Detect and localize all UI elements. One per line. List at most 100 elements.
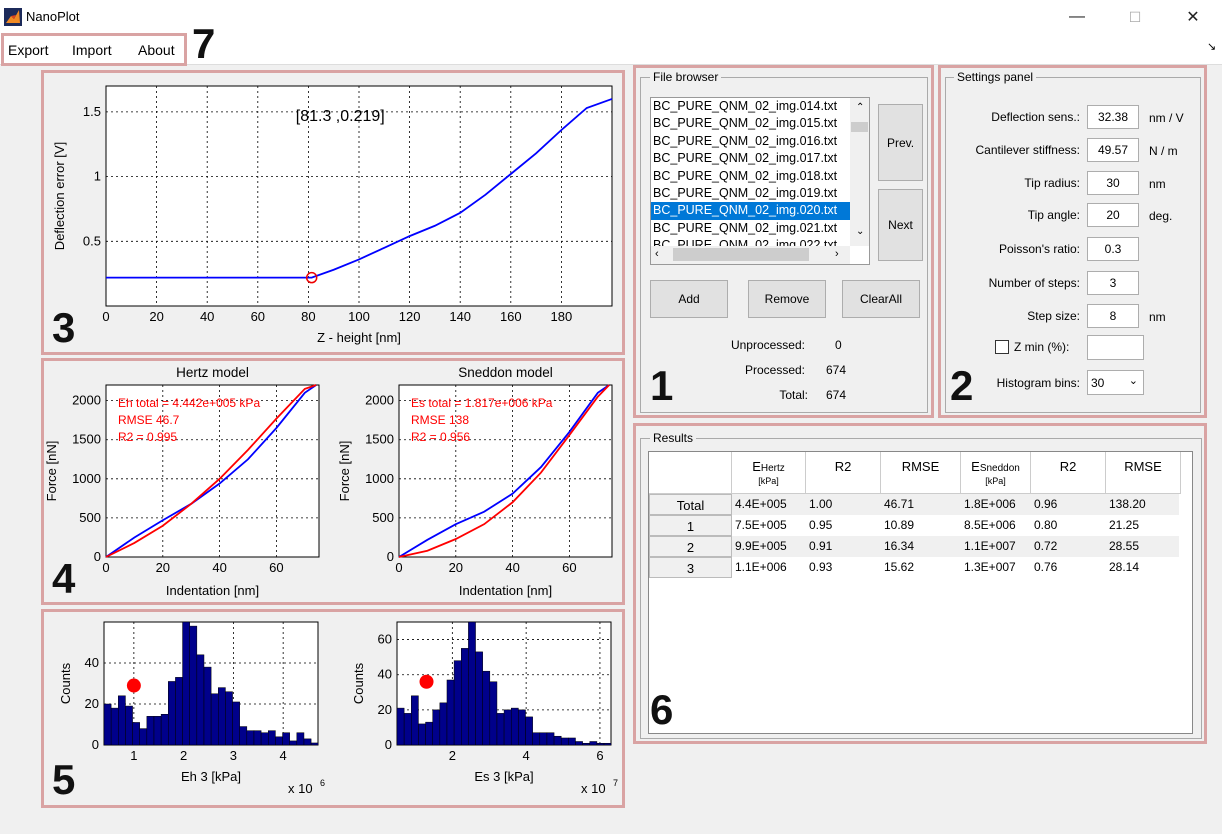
remove-button[interactable]: Remove (748, 280, 826, 318)
setting-input[interactable]: 32.38 (1087, 105, 1139, 129)
table-cell: 0.96 (1034, 497, 1058, 511)
x-tick-label: 0 (395, 560, 402, 575)
histogram-bar (282, 732, 290, 746)
total-label: Total: (779, 388, 808, 402)
x-tick-label: 20 (156, 560, 170, 575)
table-cell: 1.1E+006 (735, 560, 787, 574)
histogram-bar (403, 713, 412, 746)
clearall-button[interactable]: ClearAll (842, 280, 920, 318)
y-tick-label: 40 (378, 667, 392, 682)
setting-unit: nm (1149, 177, 1166, 191)
row-header[interactable]: 2 (649, 536, 732, 557)
setting-input[interactable]: 20 (1087, 203, 1139, 227)
row-header[interactable]: 1 (649, 515, 732, 536)
row-header[interactable]: Total (649, 494, 732, 515)
histogram-bins-label: Histogram bins: (996, 376, 1080, 390)
y-tick-label: 40 (85, 655, 99, 670)
minimize-button[interactable]: — (1048, 0, 1106, 34)
y-tick-label: 0 (385, 737, 392, 752)
zmin-checkbox[interactable] (995, 340, 1009, 354)
x-exponent-value: 7 (613, 778, 618, 788)
setting-input[interactable]: 30 (1087, 171, 1139, 195)
histogram-bar (232, 701, 240, 746)
y-tick-label: 500 (372, 510, 394, 525)
histogram-bar (446, 679, 455, 746)
file-list-item[interactable]: BC_PURE_QNM_02_img.021.txt (651, 220, 869, 237)
scroll-up-icon[interactable]: ⌃ (856, 102, 864, 113)
prev-button[interactable]: Prev. (878, 104, 923, 181)
file-list-item[interactable]: BC_PURE_QNM_02_img.018.txt (651, 168, 869, 185)
histogram-bar (268, 730, 276, 746)
histogram-bar (453, 660, 462, 746)
table-cell: 138.20 (1109, 497, 1146, 511)
file-list-item[interactable]: BC_PURE_QNM_02_img.017.txt (651, 150, 869, 167)
hscroll-thumb[interactable] (673, 248, 809, 261)
x-tick-label: 1 (130, 748, 137, 763)
table-cell: 21.25 (1109, 518, 1140, 532)
file-list-item[interactable]: BC_PURE_QNM_02_img.016.txt (651, 133, 869, 150)
x-tick-label: 160 (500, 309, 522, 324)
file-list-vscrollbar[interactable]: ⌃ ⌄ (850, 98, 869, 246)
results-table[interactable]: EHertz [kPa] R2 RMSE ESneddon [kPa] R2 RMSE Tot… (648, 451, 1193, 734)
add-button[interactable]: Add (650, 280, 728, 318)
histogram-bins-select[interactable]: 30 ⌄ (1087, 370, 1144, 395)
histogram-bar (489, 681, 498, 746)
histogram-bar (246, 730, 255, 746)
scroll-thumb[interactable] (851, 122, 868, 132)
x-tick-label: 4 (280, 748, 287, 763)
scroll-right-icon[interactable]: › (835, 248, 839, 260)
fit-annotation: RMSE 138 (411, 413, 469, 427)
file-list-item[interactable]: BC_PURE_QNM_02_img.015.txt (651, 115, 869, 132)
histogram-bar (153, 716, 162, 746)
file-list-item[interactable]: BC_PURE_QNM_02_img.019.txt (651, 185, 869, 202)
column-header: EHertz [kPa] (732, 452, 806, 494)
column-header: R2 (806, 452, 881, 494)
histogram-bar (218, 687, 226, 746)
settings-title: Settings panel (954, 70, 1037, 84)
zmin-input[interactable] (1087, 335, 1144, 360)
x-tick-label: 60 (251, 309, 265, 324)
y-tick-label: 500 (79, 510, 101, 525)
maximize-button[interactable]: ☐ (1106, 0, 1164, 34)
plot-title: Hertz model (176, 365, 249, 380)
setting-input[interactable]: 8 (1087, 304, 1139, 328)
y-axis-label: Deflection error [V] (52, 142, 67, 250)
unprocessed-value: 0 (835, 338, 842, 352)
file-list[interactable]: BC_PURE_QNM_02_img.014.txt BC_PURE_QNM_02… (650, 97, 870, 265)
histogram-bar (118, 695, 126, 746)
table-cell: 28.55 (1109, 539, 1140, 553)
histogram-bar (189, 625, 198, 746)
x-tick-label: 60 (269, 560, 283, 575)
unprocessed-label: Unprocessed: (730, 338, 805, 352)
x-tick-label: 2 (449, 748, 456, 763)
y-tick-label: 1 (94, 169, 101, 184)
setting-unit: N / m (1149, 144, 1178, 158)
file-list-hscrollbar[interactable]: ‹ › (651, 246, 850, 264)
toolbar-dock-icon[interactable]: ↘ (1207, 40, 1216, 53)
histogram-bar (525, 716, 533, 746)
setting-input[interactable]: 3 (1087, 271, 1139, 295)
setting-input[interactable]: 0.3 (1087, 237, 1139, 261)
histogram-bar (532, 732, 541, 746)
histogram-bar (296, 732, 305, 746)
fit-annotation: R2 = 0.995 (118, 430, 177, 444)
table-cell: 10.89 (884, 518, 915, 532)
setting-label: Number of steps: (988, 276, 1080, 290)
row-header[interactable]: 3 (649, 557, 732, 578)
table-cell: 46.71 (884, 497, 915, 511)
y-tick-label: 20 (85, 696, 99, 711)
scroll-left-icon[interactable]: ‹ (655, 248, 659, 260)
file-list-item[interactable]: BC_PURE_QNM_02_img.014.txt (651, 98, 869, 115)
file-list-item-selected[interactable]: BC_PURE_QNM_02_img.020.txt (651, 202, 869, 220)
x-tick-label: 40 (505, 560, 519, 575)
x-tick-label: 20 (149, 309, 163, 324)
y-axis-label: Counts (351, 662, 366, 704)
x-tick-label: 4 (523, 748, 530, 763)
setting-input[interactable]: 49.57 (1087, 138, 1139, 162)
close-button[interactable]: ✕ (1164, 0, 1222, 34)
scroll-down-icon[interactable]: ⌄ (856, 226, 864, 237)
next-button[interactable]: Next (878, 189, 923, 261)
histogram-bar (225, 691, 233, 746)
y-tick-label: 0.5 (83, 233, 101, 248)
table-cell: 8.5E+006 (964, 518, 1016, 532)
